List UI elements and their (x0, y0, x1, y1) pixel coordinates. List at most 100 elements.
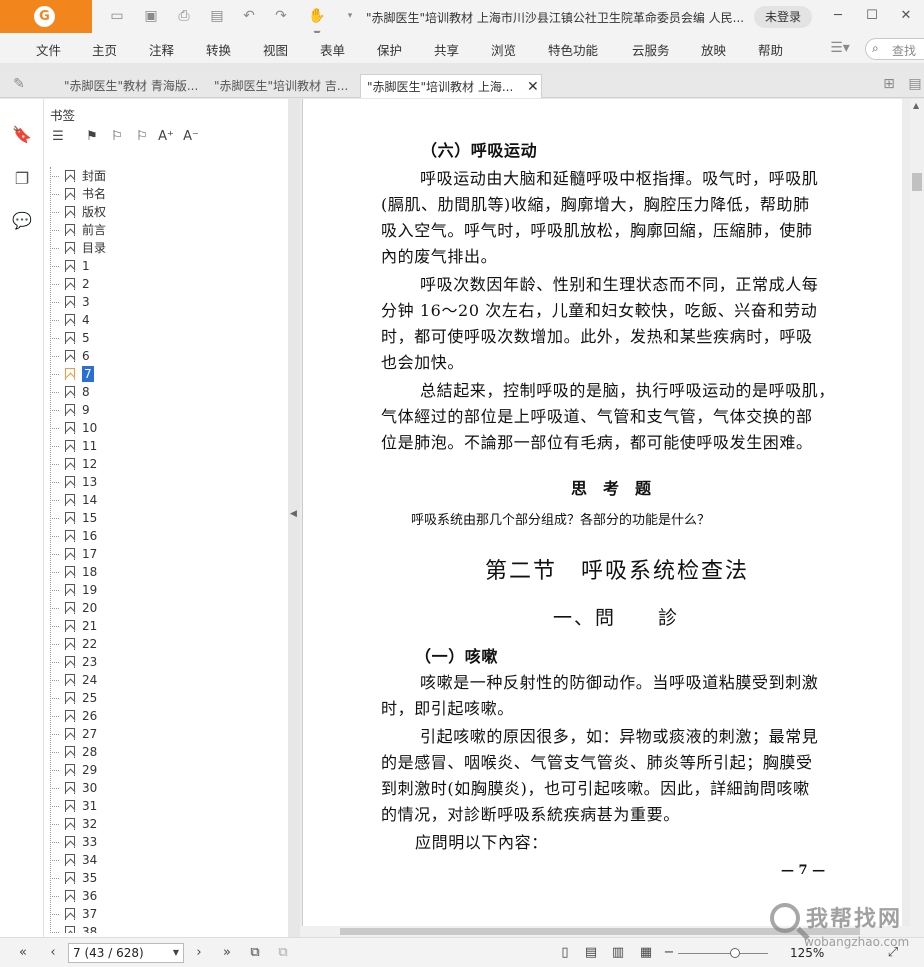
bookmark-item[interactable]: 38 (50, 923, 268, 933)
bookmark-item[interactable]: 4 (50, 311, 268, 329)
maximize-icon[interactable]: ☐ (862, 6, 882, 26)
bookmark-item[interactable]: 32 (50, 815, 268, 833)
redo-icon[interactable]: ↷ (272, 7, 290, 25)
zoom-out-icon[interactable]: − (660, 944, 678, 962)
bookmark-item[interactable]: 17 (50, 545, 268, 563)
login-button[interactable]: 未登录 (754, 6, 812, 28)
decrease-font-icon[interactable]: A⁻ (181, 127, 201, 147)
menu-slideshow[interactable]: 放映 (701, 40, 726, 59)
duplicate-page-icon[interactable]: ⧉ (274, 944, 292, 962)
bookmark-item[interactable]: 37 (50, 905, 268, 923)
bookmark-item[interactable]: 14 (50, 491, 268, 509)
bookmark-item[interactable]: 28 (50, 743, 268, 761)
bookmark-item[interactable]: 13 (50, 473, 268, 491)
edit-pen-icon[interactable]: ✎ (10, 75, 28, 93)
rotate-page-icon[interactable]: ⧉ (246, 944, 264, 962)
last-page-icon[interactable]: » (218, 944, 236, 962)
thumbnails-icon[interactable]: ❐ (10, 167, 34, 191)
zoom-slider-handle[interactable] (730, 948, 740, 958)
bookmark-item[interactable]: 3 (50, 293, 268, 311)
grid-view-icon[interactable]: ⊞ (880, 75, 898, 93)
two-page-icon[interactable]: ▥ (609, 944, 627, 962)
single-page-icon[interactable]: ▯ (556, 944, 574, 962)
bookmark-item[interactable]: 26 (50, 707, 268, 725)
bookmark-item[interactable]: 1 (50, 257, 268, 275)
bookmark-item[interactable]: 目录 (50, 239, 268, 257)
scroll-up-icon[interactable]: ▲ (913, 101, 919, 110)
bookmark-item[interactable]: 7 (50, 365, 268, 383)
bookmark-panel-icon[interactable]: 🔖 (10, 123, 34, 147)
add-bookmark-icon[interactable]: ⚑ (82, 127, 102, 147)
bookmark-item[interactable]: 12 (50, 455, 268, 473)
bookmark-item[interactable]: 30 (50, 779, 268, 797)
bookmark-item[interactable]: 封面 (50, 167, 268, 185)
menu-form[interactable]: 表单 (320, 40, 345, 59)
bookmark-item[interactable]: 20 (50, 599, 268, 617)
open-folder-icon[interactable]: ▭ (108, 7, 126, 25)
increase-font-icon[interactable]: A⁺ (156, 127, 176, 147)
bookmark-item[interactable]: 15 (50, 509, 268, 527)
bookmark-item[interactable]: 书名 (50, 185, 268, 203)
bookmark-item[interactable]: 2 (50, 275, 268, 293)
undo-icon[interactable]: ↶ (240, 7, 258, 25)
bookmark-item[interactable]: 23 (50, 653, 268, 671)
menu-features[interactable]: 特色功能 (548, 40, 598, 59)
bookmark-item[interactable]: 35 (50, 869, 268, 887)
menu-browse[interactable]: 浏览 (491, 40, 516, 59)
bookmark-item[interactable]: 29 (50, 761, 268, 779)
bookmark-item[interactable]: 10 (50, 419, 268, 437)
menu-cloud[interactable]: 云服务 (632, 40, 670, 59)
search-input[interactable]: ⌕ 查找 (865, 38, 924, 60)
tab-shanghai[interactable]: "赤脚医生"培训教材 上海... (360, 74, 542, 98)
bookmark-item[interactable]: 33 (50, 833, 268, 851)
bookmark-item[interactable]: 21 (50, 617, 268, 635)
close-window-icon[interactable]: ✕ (896, 6, 916, 26)
menu-share[interactable]: 共享 (434, 40, 459, 59)
close-tab-icon[interactable]: ✕ (527, 79, 539, 95)
print-icon[interactable]: ⎙ (175, 7, 193, 25)
side-panel-icon[interactable]: ▤ (906, 75, 924, 93)
collapse-panel-icon[interactable]: ◀ (290, 509, 297, 519)
first-page-icon[interactable]: « (14, 944, 32, 962)
menu-convert[interactable]: 转换 (206, 40, 231, 59)
minimize-icon[interactable]: ─ (828, 6, 848, 26)
menu-view[interactable]: 视图 (263, 40, 288, 59)
save-icon[interactable]: ▣ (142, 7, 160, 25)
bookmark-item[interactable]: 18 (50, 563, 268, 581)
bookmark-item[interactable]: 34 (50, 851, 268, 869)
bookmark-item[interactable]: 24 (50, 671, 268, 689)
app-logo[interactable]: G (0, 0, 92, 33)
quick-access-dropdown-icon[interactable]: ▾ (341, 7, 359, 25)
bookmark-item[interactable]: 6 (50, 347, 268, 365)
bookmark-item[interactable]: 8 (50, 383, 268, 401)
bookmark-item[interactable]: 27 (50, 725, 268, 743)
bookmark-item[interactable]: 22 (50, 635, 268, 653)
grid-page-icon[interactable]: ▦ (637, 944, 655, 962)
bookmark-item[interactable]: 版权 (50, 203, 268, 221)
bookmark-item[interactable]: 9 (50, 401, 268, 419)
prev-page-icon[interactable]: ‹ (44, 944, 62, 962)
bookmark-item[interactable]: 25 (50, 689, 268, 707)
zoom-slider[interactable] (678, 953, 768, 954)
menu-help[interactable]: 帮助 (758, 40, 783, 59)
bookmark-item[interactable]: 5 (50, 329, 268, 347)
search-options-icon[interactable]: ☰▾ (826, 39, 854, 57)
document-scrollbar[interactable]: ▲ (910, 99, 924, 937)
export-icon[interactable]: ▤ (208, 7, 226, 25)
bookmark-item[interactable]: 16 (50, 527, 268, 545)
menu-protect[interactable]: 保护 (377, 40, 402, 59)
document-view[interactable]: （六）呼吸运动 呼吸运动由大脑和延髓呼吸中枢指揮。吸气时，呼吸肌 (膈肌、肋間肌… (300, 99, 910, 937)
tab-jilin[interactable]: "赤脚医生"培训教材 吉... (208, 74, 358, 98)
bookmark-item[interactable]: 前言 (50, 221, 268, 239)
comments-icon[interactable]: 💬 (10, 209, 34, 233)
scroll-thumb[interactable] (912, 173, 922, 191)
bookmark-item[interactable]: 11 (50, 437, 268, 455)
menu-home[interactable]: 主页 (92, 40, 117, 59)
next-page-icon[interactable]: › (190, 944, 208, 962)
bookmark-item[interactable]: 19 (50, 581, 268, 599)
page-number-select[interactable]: 7 (43 / 628) ▼ (68, 943, 184, 963)
bookmark-down-icon[interactable]: ⚐ (107, 127, 127, 147)
bookmark-item[interactable]: 36 (50, 887, 268, 905)
menu-annotate[interactable]: 注释 (149, 40, 174, 59)
delete-bookmark-icon[interactable]: ⚐ (132, 127, 152, 147)
